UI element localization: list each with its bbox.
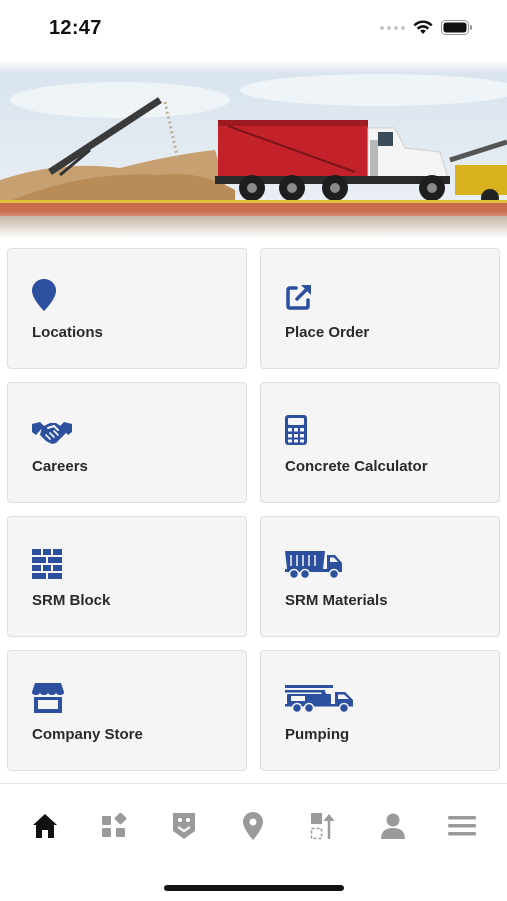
company-store-tile[interactable]: Company Store <box>7 650 247 771</box>
handshake-icon <box>32 409 72 445</box>
locations-tile[interactable]: Locations <box>7 248 247 369</box>
concrete-calculator-tile[interactable]: Concrete Calculator <box>260 382 500 503</box>
location-icon <box>243 812 264 840</box>
dump-truck-icon <box>285 543 343 579</box>
tile-label: Careers <box>32 458 88 475</box>
location-pin-icon <box>32 275 56 311</box>
battery-icon <box>441 20 472 35</box>
status-bar: 12:47 <box>0 0 507 60</box>
tile-label: SRM Materials <box>285 592 388 609</box>
pump-truck-icon <box>285 677 355 713</box>
nav-sort[interactable] <box>303 809 343 843</box>
hero-image <box>0 60 507 238</box>
cellular-signal-icon <box>380 25 405 30</box>
brick-wall-icon <box>32 543 62 579</box>
home-icon <box>32 814 57 838</box>
home-indicator[interactable] <box>164 885 344 891</box>
pumping-tile[interactable]: Pumping <box>260 650 500 771</box>
tile-label: Concrete Calculator <box>285 458 428 475</box>
status-indicators <box>380 20 473 35</box>
nav-home[interactable] <box>25 809 65 843</box>
srm-materials-tile[interactable]: SRM Materials <box>260 516 500 637</box>
tile-label: Locations <box>32 324 103 341</box>
external-link-icon <box>285 275 313 311</box>
profile-icon <box>380 813 405 839</box>
nav-badge[interactable] <box>164 809 204 843</box>
place-order-tile[interactable]: Place Order <box>260 248 500 369</box>
sort-icon <box>310 813 335 840</box>
badge-icon <box>172 813 195 839</box>
tile-label: Place Order <box>285 324 370 341</box>
tile-label: SRM Block <box>32 592 111 609</box>
apps-grid-icon <box>102 813 127 837</box>
nav-location[interactable] <box>233 809 273 843</box>
nav-profile[interactable] <box>373 809 413 843</box>
srm-block-tile[interactable]: SRM Block <box>7 516 247 637</box>
tile-label: Pumping <box>285 726 350 743</box>
status-time: 12:47 <box>49 17 102 39</box>
menu-tile-grid: Locations Place Order Careers Concrete C… <box>7 248 501 771</box>
menu-icon <box>448 816 477 836</box>
calculator-icon <box>285 409 307 445</box>
storefront-icon <box>32 677 64 713</box>
tile-label: Company Store <box>32 726 143 743</box>
wifi-icon <box>413 20 433 34</box>
bottom-navigation-bar <box>0 783 507 901</box>
careers-tile[interactable]: Careers <box>7 382 247 503</box>
nav-apps[interactable] <box>94 809 134 843</box>
nav-menu[interactable] <box>442 809 482 843</box>
